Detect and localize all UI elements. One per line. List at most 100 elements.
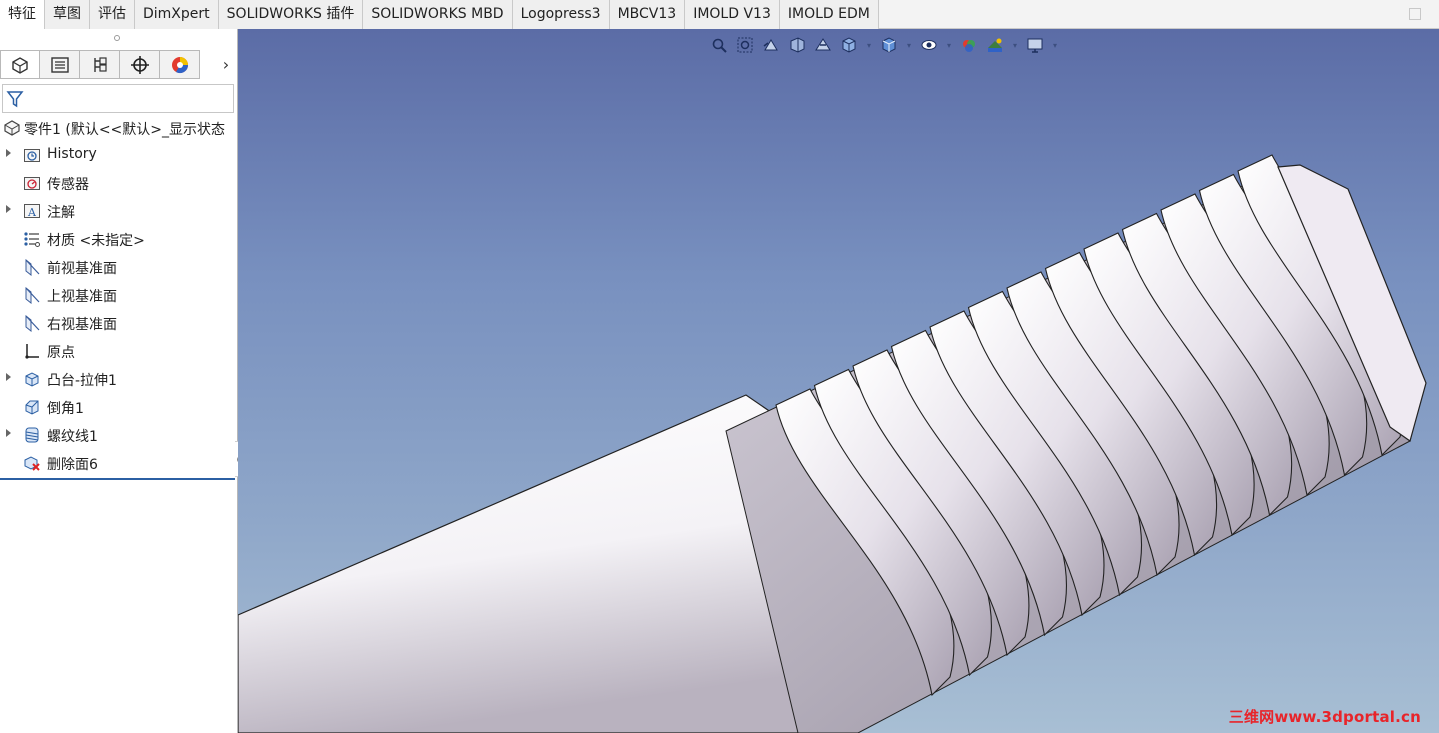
tab-2[interactable]: 评估 <box>90 0 135 29</box>
dropdown-arrow-icon[interactable]: ▾ <box>864 40 874 50</box>
tab-5[interactable]: SOLIDWORKS MBD <box>363 0 513 29</box>
tree-item-3[interactable]: 材质 <未指定> <box>0 225 238 253</box>
tab-9[interactable]: IMOLD EDM <box>779 0 879 29</box>
tree-item-label: 上视基准面 <box>47 289 117 305</box>
tree-item-label: 凸台-拉伸1 <box>47 373 117 389</box>
thread-icon <box>23 426 41 444</box>
origin-icon <box>23 342 41 360</box>
tree-item-8[interactable]: 凸台-拉伸1 <box>0 365 238 393</box>
command-manager-tabbar: 特征 草图 评估 DimXpert SOLIDWORKS 插件 SOLIDWORKS MB… <box>0 0 1439 29</box>
view-orientation-icon <box>842 37 856 53</box>
display-style-button[interactable] <box>878 34 900 56</box>
panel-grip-icon[interactable] <box>114 35 120 41</box>
dropdown-arrow-icon[interactable]: ▾ <box>904 40 914 50</box>
hide-show-button[interactable] <box>918 34 940 56</box>
tree-item-label: 螺纹线1 <box>47 429 98 445</box>
tree-item-label: 传感器 <box>47 177 89 193</box>
tree-item-label: 删除面6 <box>47 457 98 473</box>
section-view-icon <box>790 37 805 53</box>
tree-item-4[interactable]: 前视基准面 <box>0 253 238 281</box>
zoom-to-fit-button[interactable] <box>708 34 730 56</box>
sensor-icon <box>23 174 41 192</box>
section-view-button[interactable] <box>786 34 808 56</box>
zoom-to-area-button[interactable] <box>734 34 756 56</box>
featuremanager-tab[interactable] <box>0 50 40 79</box>
history-folder-icon <box>23 146 41 164</box>
graphics-viewport[interactable]: ▾ ▾ ▾ ▾ ▾ 三维网www.3dportal.cn <box>238 29 1439 733</box>
plane-icon <box>23 314 41 333</box>
propertymanager-icon <box>50 56 69 73</box>
zoom-to-area-icon <box>737 37 753 53</box>
expand-arrow-icon[interactable] <box>6 373 11 381</box>
tab-3[interactable]: DimXpert <box>135 0 219 29</box>
previous-view-button[interactable] <box>760 34 782 56</box>
display-style-icon <box>882 37 896 53</box>
tree-item-10[interactable]: 螺纹线1 <box>0 421 238 449</box>
svg-text:A: A <box>27 206 37 219</box>
configurationmanager-icon <box>93 56 107 72</box>
tree-item-label: 倒角1 <box>47 401 84 417</box>
tree-item-label: 前视基准面 <box>47 261 117 277</box>
tree-item-0[interactable]: History <box>0 141 238 169</box>
tab-1[interactable]: 草图 <box>45 0 90 29</box>
feature-tree: 零件1 (默认<<默认>_显示状态 History 传感器 A 注解材质 <未指定> 前… <box>0 115 238 477</box>
tree-item-label: 原点 <box>47 345 75 361</box>
tree-root-part[interactable]: 零件1 (默认<<默认>_显示状态 <box>0 115 238 141</box>
tree-item-label: 材质 <未指定> <box>47 233 145 249</box>
tree-item-7[interactable]: 原点 <box>0 337 238 365</box>
tree-item-11[interactable]: 删除面6 <box>0 449 238 477</box>
tree-item-6[interactable]: 右视基准面 <box>0 309 238 337</box>
dropdown-arrow-icon[interactable]: ▾ <box>944 40 954 50</box>
part-icon <box>3 119 21 141</box>
display-manager-icon <box>171 56 188 73</box>
tab-0[interactable]: 特征 <box>0 0 45 29</box>
dropdown-arrow-icon[interactable]: ▾ <box>1050 40 1060 50</box>
apply-scene-button[interactable] <box>984 34 1006 56</box>
filter-icon <box>6 91 24 108</box>
dropdown-arrow-icon[interactable]: ▾ <box>1010 40 1020 50</box>
heads-up-view-toolbar: ▾ ▾ ▾ ▾ ▾ <box>708 33 1060 57</box>
boss-extrude-icon <box>23 370 41 388</box>
view-orientation-button[interactable] <box>838 34 860 56</box>
tree-root-label: 零件1 (默认<<默认>_显示状态 <box>24 122 226 138</box>
annotations-icon: A <box>23 202 41 220</box>
view-settings-icon <box>1027 38 1043 53</box>
manager-tabs <box>0 50 200 79</box>
threaded-shaft-model[interactable] <box>238 29 1439 733</box>
plane-icon <box>23 258 41 277</box>
previous-view-icon <box>763 39 778 51</box>
featuremanager-icon <box>12 56 28 74</box>
tree-item-label: 注解 <box>47 205 75 221</box>
view-settings-button[interactable] <box>1024 34 1046 56</box>
dimxpert-icon <box>130 55 149 74</box>
expand-arrow-icon[interactable] <box>6 205 11 213</box>
watermark-text: 三维网www.3dportal.cn <box>1228 708 1421 726</box>
tree-filter-field[interactable] <box>2 84 234 113</box>
tree-item-label: 右视基准面 <box>47 317 117 333</box>
window-restore-icon[interactable] <box>1409 8 1421 20</box>
dynamic-annotation-button[interactable] <box>812 34 834 56</box>
feature-manager-panel: › 零件1 (默认<<默认>_显示状态 History 传感器 A 注解材质 <未指定… <box>0 29 245 733</box>
plane-icon <box>23 286 41 305</box>
tree-item-5[interactable]: 上视基准面 <box>0 281 238 309</box>
dynamic-annotation-icon <box>815 38 831 51</box>
edit-appearance-button[interactable] <box>958 34 980 56</box>
edit-appearance-icon <box>963 40 975 52</box>
propertymanager-tab[interactable] <box>40 50 80 79</box>
tab-7[interactable]: MBCV13 <box>609 0 686 29</box>
configurationmanager-tab[interactable] <box>80 50 120 79</box>
tab-6[interactable]: Logopress3 <box>512 0 610 29</box>
chamfer-icon <box>23 398 41 416</box>
tree-item-2[interactable]: A 注解 <box>0 197 238 225</box>
tree-item-1[interactable]: 传感器 <box>0 169 238 197</box>
panel-scroll-right-icon[interactable]: › <box>218 53 234 75</box>
hide-show-icon <box>921 40 937 50</box>
tab-8[interactable]: IMOLD V13 <box>685 0 780 29</box>
display-manager-tab[interactable] <box>160 50 200 79</box>
dimxpert-tab[interactable] <box>120 50 160 79</box>
expand-arrow-icon[interactable] <box>6 149 11 157</box>
tree-item-9[interactable]: 倒角1 <box>0 393 238 421</box>
tab-4[interactable]: SOLIDWORKS 插件 <box>218 0 364 29</box>
rollback-bar[interactable] <box>0 478 235 480</box>
expand-arrow-icon[interactable] <box>6 429 11 437</box>
